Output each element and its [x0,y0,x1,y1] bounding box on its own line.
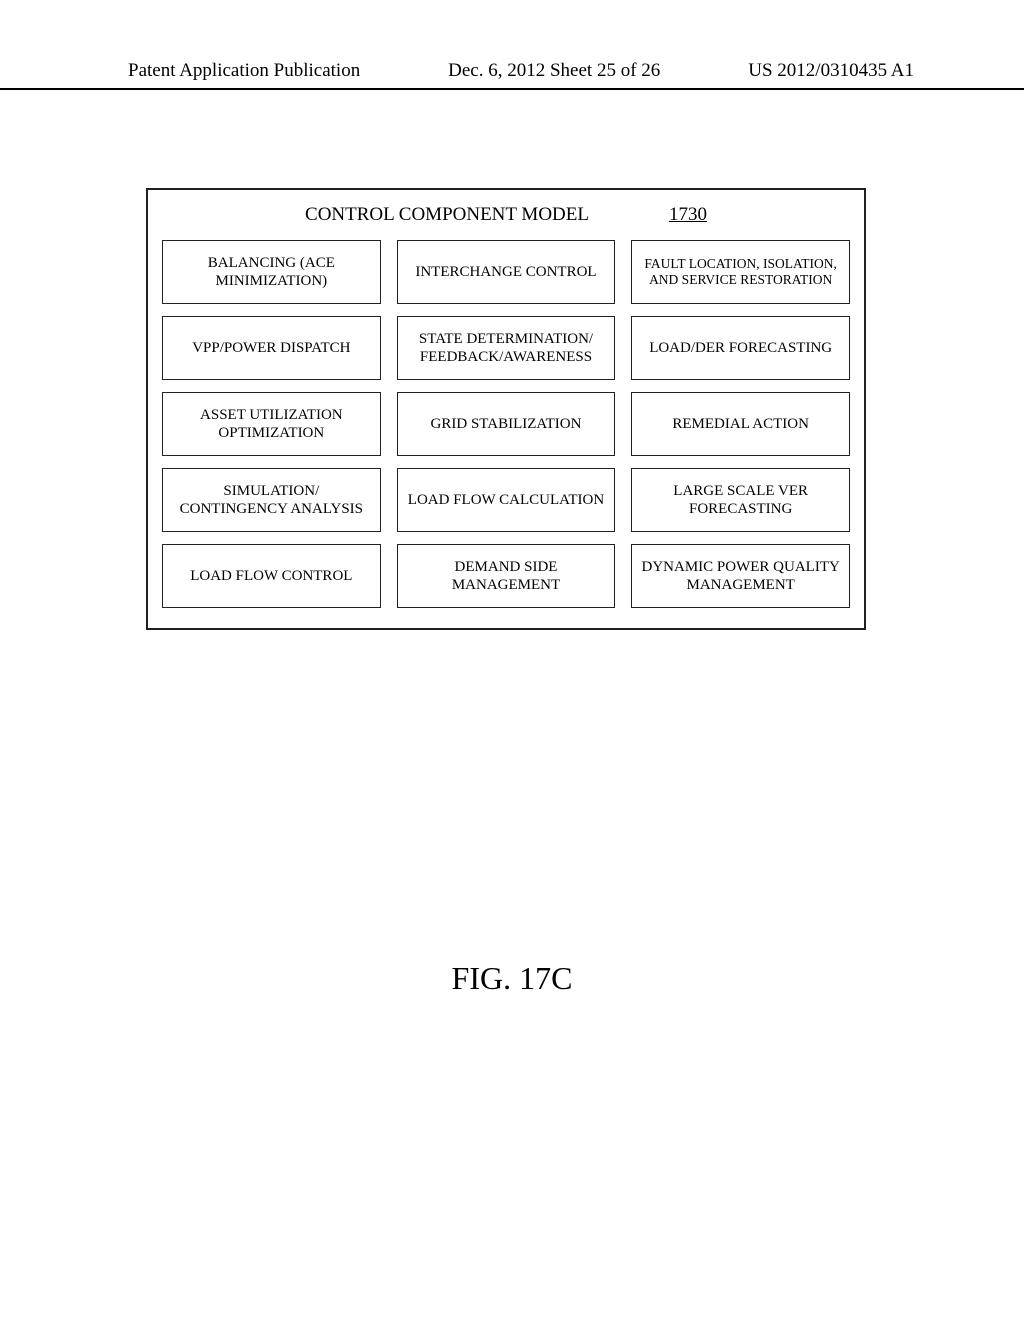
diagram-cell: DYNAMIC POWER QUALITY MANAGEMENT [631,544,850,608]
diagram-cell: LARGE SCALE VER FORECASTING [631,468,850,532]
diagram-cell: REMEDIAL ACTION [631,392,850,456]
diagram-cell: FAULT LOCATION, ISOLATION, AND SERVICE R… [631,240,850,304]
diagram-cell: SIMULATION/ CONTINGENCY ANALYSIS [162,468,381,532]
header-right: US 2012/0310435 A1 [748,60,914,82]
diagram-cell: LOAD FLOW CALCULATION [397,468,616,532]
diagram-cell: GRID STABILIZATION [397,392,616,456]
page-header: Patent Application Publication Dec. 6, 2… [0,60,1024,90]
diagram-cell: VPP/POWER DISPATCH [162,316,381,380]
diagram-title: CONTROL COMPONENT MODEL [305,204,589,226]
diagram-title-row: CONTROL COMPONENT MODEL 1730 [162,204,850,226]
diagram-reference-number: 1730 [669,204,707,226]
diagram-cell: ASSET UTILIZATION OPTIMIZATION [162,392,381,456]
header-left: Patent Application Publication [128,60,360,82]
diagram-cell: BALANCING (ACE MINIMIZATION) [162,240,381,304]
control-component-model-diagram: CONTROL COMPONENT MODEL 1730 BALANCING (… [146,188,866,630]
figure-caption: FIG. 17C [0,960,1024,997]
diagram-cell: INTERCHANGE CONTROL [397,240,616,304]
diagram-cell: STATE DETERMINATION/ FEEDBACK/AWARENESS [397,316,616,380]
diagram-cell: LOAD/DER FORECASTING [631,316,850,380]
diagram-grid: BALANCING (ACE MINIMIZATION) INTERCHANGE… [162,240,850,608]
header-middle: Dec. 6, 2012 Sheet 25 of 26 [448,60,660,82]
diagram-cell: LOAD FLOW CONTROL [162,544,381,608]
diagram-cell: DEMAND SIDE MANAGEMENT [397,544,616,608]
